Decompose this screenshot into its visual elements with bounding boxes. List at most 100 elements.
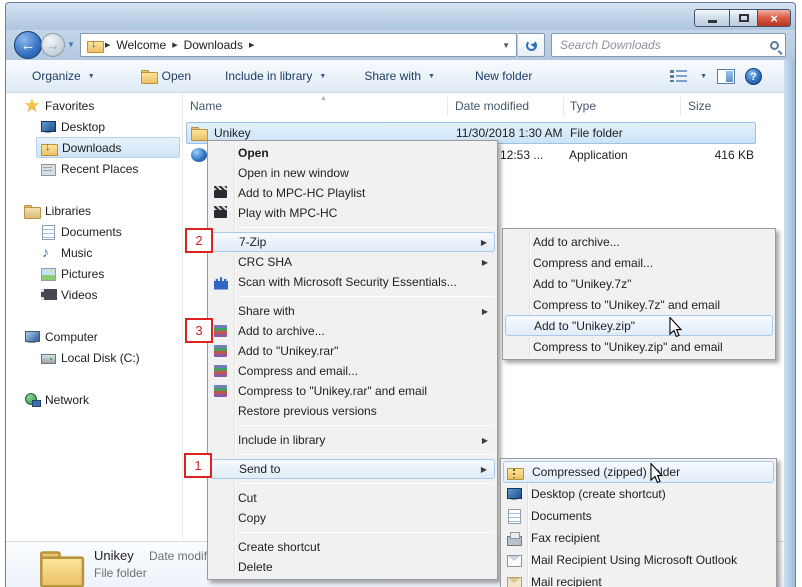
- back-arrow-icon: ←: [21, 37, 36, 54]
- menu-item[interactable]: Send to ▶: [210, 459, 495, 479]
- menu-item[interactable]: Compress to "Unikey.rar" and email ▶: [210, 381, 495, 401]
- desktop-icon: [506, 486, 522, 502]
- refresh-button[interactable]: [518, 33, 545, 57]
- column-divider[interactable]: [447, 97, 448, 116]
- column-header-size[interactable]: Size: [688, 99, 711, 113]
- forward-button[interactable]: →: [41, 33, 65, 57]
- submenu-arrow-icon: ▶: [482, 307, 488, 316]
- 7zip-submenu: Add to archive... ▶ Compress and email..…: [502, 228, 776, 360]
- menu-item[interactable]: Add to "Unikey.rar" ▶: [210, 341, 495, 361]
- address-dropdown-icon[interactable]: ▼: [502, 41, 510, 50]
- menu-item[interactable]: Mail recipient ▶: [503, 571, 774, 587]
- menu-item[interactable]: Add to MPC-HC Playlist ▶: [210, 183, 495, 203]
- libraries-icon: [24, 203, 40, 219]
- menu-item[interactable]: Compress to "Unikey.7z" and email ▶: [505, 294, 773, 315]
- chevron-down-icon: ▼: [88, 73, 95, 80]
- navigation-sidebar: Favorites Desktop Downloads Recent Place…: [0, 95, 180, 410]
- recent-icon: [40, 161, 56, 177]
- sidebar-item[interactable]: Pictures: [0, 263, 180, 284]
- network-icon: [24, 392, 40, 408]
- back-button[interactable]: ←: [14, 31, 42, 59]
- mouse-cursor: [649, 463, 664, 484]
- close-button[interactable]: ×: [757, 9, 791, 27]
- breadcrumb-item-downloads[interactable]: Downloads: [184, 38, 243, 52]
- menu-item[interactable]: 7-Zip ▶: [210, 232, 495, 252]
- menu-item[interactable]: Fax recipient ▶: [503, 527, 774, 549]
- sidebar-item[interactable]: Music: [0, 242, 180, 263]
- minimize-button[interactable]: [694, 9, 730, 27]
- mpc-icon: [213, 185, 229, 201]
- sidebar-item[interactable]: Computer: [0, 326, 180, 347]
- menu-item[interactable]: Compressed (zipped) folder ▶: [503, 461, 774, 483]
- fax-icon: [506, 530, 522, 546]
- close-icon: ×: [770, 11, 778, 26]
- search-input[interactable]: [558, 37, 770, 53]
- column-header-type[interactable]: Type: [570, 99, 596, 113]
- menu-item[interactable]: Delete ▶: [210, 557, 495, 577]
- refresh-icon: [526, 40, 537, 51]
- column-divider[interactable]: [680, 97, 681, 116]
- share-with-button[interactable]: Share with▼: [356, 64, 443, 88]
- breadcrumb-arrow-icon: ▶: [172, 41, 177, 49]
- sidebar-gap: [0, 305, 180, 326]
- open-button[interactable]: Open: [133, 64, 199, 88]
- recent-pages-chevron-icon[interactable]: ▼: [67, 40, 75, 49]
- envelope-icon: [506, 552, 522, 568]
- sidebar-item[interactable]: Favorites: [0, 95, 180, 116]
- organize-button[interactable]: Organize▼: [24, 64, 103, 88]
- address-bar[interactable]: ▶ Welcome ▶ Downloads ▶ ▼: [80, 33, 517, 57]
- preview-pane-button[interactable]: [717, 69, 735, 84]
- new-folder-button[interactable]: New folder: [467, 64, 540, 88]
- column-header-date-modified[interactable]: Date modified: [455, 99, 529, 113]
- toolbar-right-group: ▼ ?: [670, 68, 762, 85]
- menu-item[interactable]: Open in new window ▶: [210, 163, 495, 183]
- sidebar-item[interactable]: Downloads: [36, 137, 180, 158]
- column-divider[interactable]: [563, 97, 564, 116]
- sidebar-item[interactable]: Videos: [0, 284, 180, 305]
- menu-item[interactable]: Copy ▶: [210, 508, 495, 528]
- explorer-window: × ← → ▼ ▶ Welcome ▶ Downloads ▶ ▼ Organi…: [0, 0, 802, 587]
- menu-item[interactable]: Add to archive... ▶: [210, 321, 495, 341]
- title-bar[interactable]: [5, 2, 796, 30]
- menu-item[interactable]: Scan with Microsoft Security Essentials.…: [210, 272, 495, 292]
- change-view-button[interactable]: [670, 68, 688, 84]
- menu-item[interactable]: Mail Recipient Using Microsoft Outlook ▶: [503, 549, 774, 571]
- sidebar-item[interactable]: Documents: [0, 221, 180, 242]
- sidebar-item[interactable]: Local Disk (C:): [0, 347, 180, 368]
- menu-item[interactable]: CRC SHA ▶: [210, 252, 495, 272]
- menu-item[interactable]: Include in library ▶: [210, 430, 495, 450]
- sidebar-item[interactable]: Recent Places: [0, 158, 180, 179]
- menu-item[interactable]: Add to archive... ▶: [505, 231, 773, 252]
- sidebar-item[interactable]: Libraries: [0, 200, 180, 221]
- sidebar-item[interactable]: Network: [0, 389, 180, 410]
- breadcrumb-item-welcome[interactable]: Welcome: [116, 38, 166, 52]
- menu-item[interactable]: Desktop (create shortcut) ▶: [503, 483, 774, 505]
- menu-item[interactable]: Open ▶: [210, 143, 495, 163]
- column-header-name[interactable]: Name: [190, 99, 222, 113]
- menu-item[interactable]: Compress and email... ▶: [210, 361, 495, 381]
- star-icon: [24, 98, 40, 114]
- menu-item[interactable]: Compress and email... ▶: [505, 252, 773, 273]
- chevron-down-icon: ▼: [428, 73, 435, 80]
- menu-item[interactable]: Create shortcut ▶: [210, 537, 495, 557]
- sidebar-item[interactable]: Desktop: [0, 116, 180, 137]
- window-right-border: [784, 60, 796, 587]
- mail2-icon: [506, 574, 522, 587]
- views-dropdown-icon[interactable]: ▼: [700, 73, 707, 80]
- menu-separator: [238, 532, 494, 533]
- help-button[interactable]: ?: [745, 68, 762, 85]
- menu-item[interactable]: Play with MPC-HC ▶: [210, 203, 495, 223]
- search-icon[interactable]: [770, 41, 779, 50]
- menu-separator: [238, 483, 494, 484]
- include-in-library-button[interactable]: Include in library▼: [217, 64, 334, 88]
- menu-item[interactable]: Cut ▶: [210, 488, 495, 508]
- menu-item[interactable]: Share with ▶: [210, 301, 495, 321]
- menu-item[interactable]: Restore previous versions ▶: [210, 401, 495, 421]
- menu-item[interactable]: Add to "Unikey.zip" ▶: [505, 315, 773, 336]
- menu-item[interactable]: Compress to "Unikey.zip" and email ▶: [505, 336, 773, 357]
- maximize-button[interactable]: [729, 9, 758, 27]
- menu-separator: [238, 296, 494, 297]
- submenu-arrow-icon: ▶: [481, 465, 487, 474]
- menu-item[interactable]: Add to "Unikey.7z" ▶: [505, 273, 773, 294]
- menu-item[interactable]: Documents ▶: [503, 505, 774, 527]
